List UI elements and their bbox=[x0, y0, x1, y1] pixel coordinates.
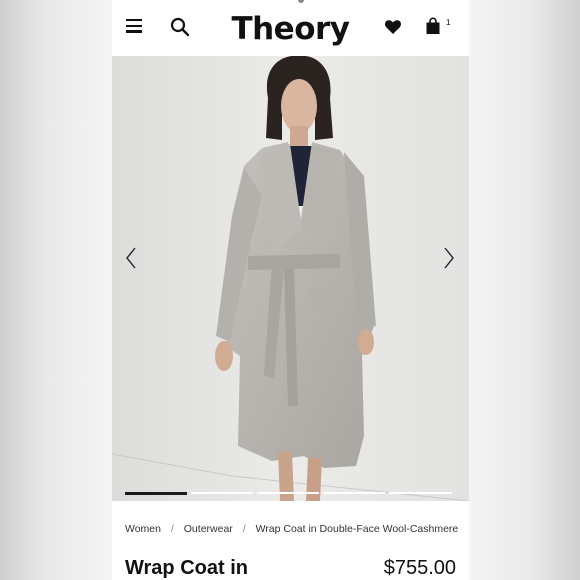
breadcrumb-separator: / bbox=[170, 523, 174, 535]
site-header: Theory 1 bbox=[112, 8, 469, 56]
breadcrumb-women[interactable]: Women bbox=[125, 523, 161, 535]
shopping-bag-icon[interactable] bbox=[425, 17, 441, 35]
brand-logo[interactable]: Theory bbox=[112, 10, 469, 48]
gallery-pagination bbox=[125, 492, 452, 495]
chevron-right-icon[interactable] bbox=[442, 246, 456, 270]
heart-icon[interactable] bbox=[384, 18, 402, 36]
product-price: $755.00 bbox=[383, 557, 456, 579]
product-title: Wrap Coat in bbox=[125, 557, 248, 579]
mobile-page: Theory 1 Women / Outerwear / Wrap Coat i… bbox=[112, 0, 469, 580]
gallery-dot-5[interactable] bbox=[389, 492, 452, 494]
gallery-dot-2[interactable] bbox=[191, 492, 253, 494]
breadcrumb-separator: / bbox=[242, 523, 246, 535]
gallery-dot-3[interactable] bbox=[257, 492, 319, 494]
breadcrumb-current-product[interactable]: Wrap Coat in Double-Face Wool-Cashmere bbox=[256, 523, 459, 535]
bag-count-badge: 1 bbox=[446, 18, 451, 27]
status-bar bbox=[112, 0, 469, 8]
product-image-gallery[interactable] bbox=[112, 56, 469, 501]
gallery-dot-1[interactable] bbox=[125, 492, 187, 495]
notch bbox=[298, 0, 304, 3]
breadcrumb-outerwear[interactable]: Outerwear bbox=[184, 523, 233, 535]
product-photo bbox=[112, 56, 469, 501]
gallery-dot-4[interactable] bbox=[323, 492, 385, 494]
breadcrumb: Women / Outerwear / Wrap Coat in Double-… bbox=[125, 522, 465, 536]
chevron-left-icon[interactable] bbox=[124, 246, 138, 270]
